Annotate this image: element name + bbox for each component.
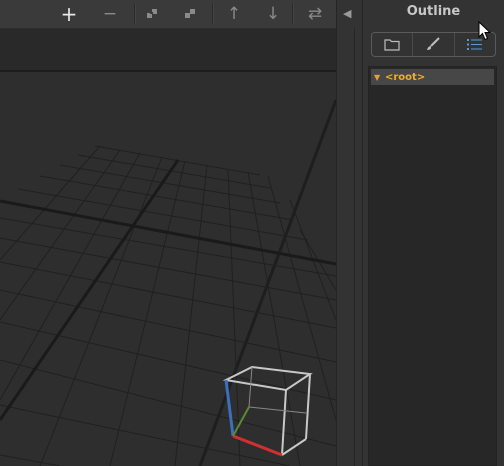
- node-instance-icon: [185, 9, 195, 18]
- move-down-button[interactable]: ↓: [260, 3, 286, 25]
- swap-button[interactable]: ⇄: [302, 3, 328, 25]
- toolbar-divider: [134, 4, 136, 24]
- scene-viewport[interactable]: [0, 29, 336, 466]
- folder-icon: [384, 39, 400, 51]
- toolbar-divider: [292, 4, 294, 24]
- toolbar-divider: [212, 4, 214, 24]
- node-reparent-icon: [147, 9, 157, 18]
- reparent-button[interactable]: [139, 3, 165, 25]
- plus-icon: +: [60, 2, 78, 26]
- instance-button[interactable]: [177, 3, 203, 25]
- expand-arrow-icon[interactable]: ▼: [374, 73, 383, 82]
- outline-tree[interactable]: ▼ <root>: [368, 66, 497, 466]
- minus-icon: −: [102, 4, 118, 24]
- outline-panel: Outline ▼ <root>: [363, 0, 504, 466]
- remove-button[interactable]: −: [97, 3, 123, 25]
- arrow-up-icon: ↑: [226, 4, 242, 24]
- swap-icon: ⇄: [307, 4, 323, 24]
- tree-item-root[interactable]: ▼ <root>: [371, 69, 494, 85]
- tab-materials[interactable]: [412, 33, 453, 56]
- splitter-divider: [354, 28, 355, 466]
- panel-splitter[interactable]: ◀: [336, 0, 363, 466]
- tab-files[interactable]: [372, 33, 412, 56]
- tree-item-label: <root>: [385, 71, 426, 83]
- orientation-cube-icon[interactable]: [222, 363, 314, 459]
- arrow-down-icon: ↓: [265, 4, 281, 24]
- add-button[interactable]: +: [56, 2, 82, 26]
- collapse-panel-icon[interactable]: ◀: [343, 7, 351, 20]
- editor-window: + − ↑ ↓ ⇄ ◀ Outline ▼ <root>: [0, 0, 504, 466]
- mouse-pointer-icon: [478, 21, 492, 41]
- brush-icon: [427, 37, 441, 50]
- panel-title: Outline: [406, 4, 461, 19]
- move-up-button[interactable]: ↑: [221, 3, 247, 25]
- viewport-toolbar: + − ↑ ↓ ⇄: [0, 0, 336, 29]
